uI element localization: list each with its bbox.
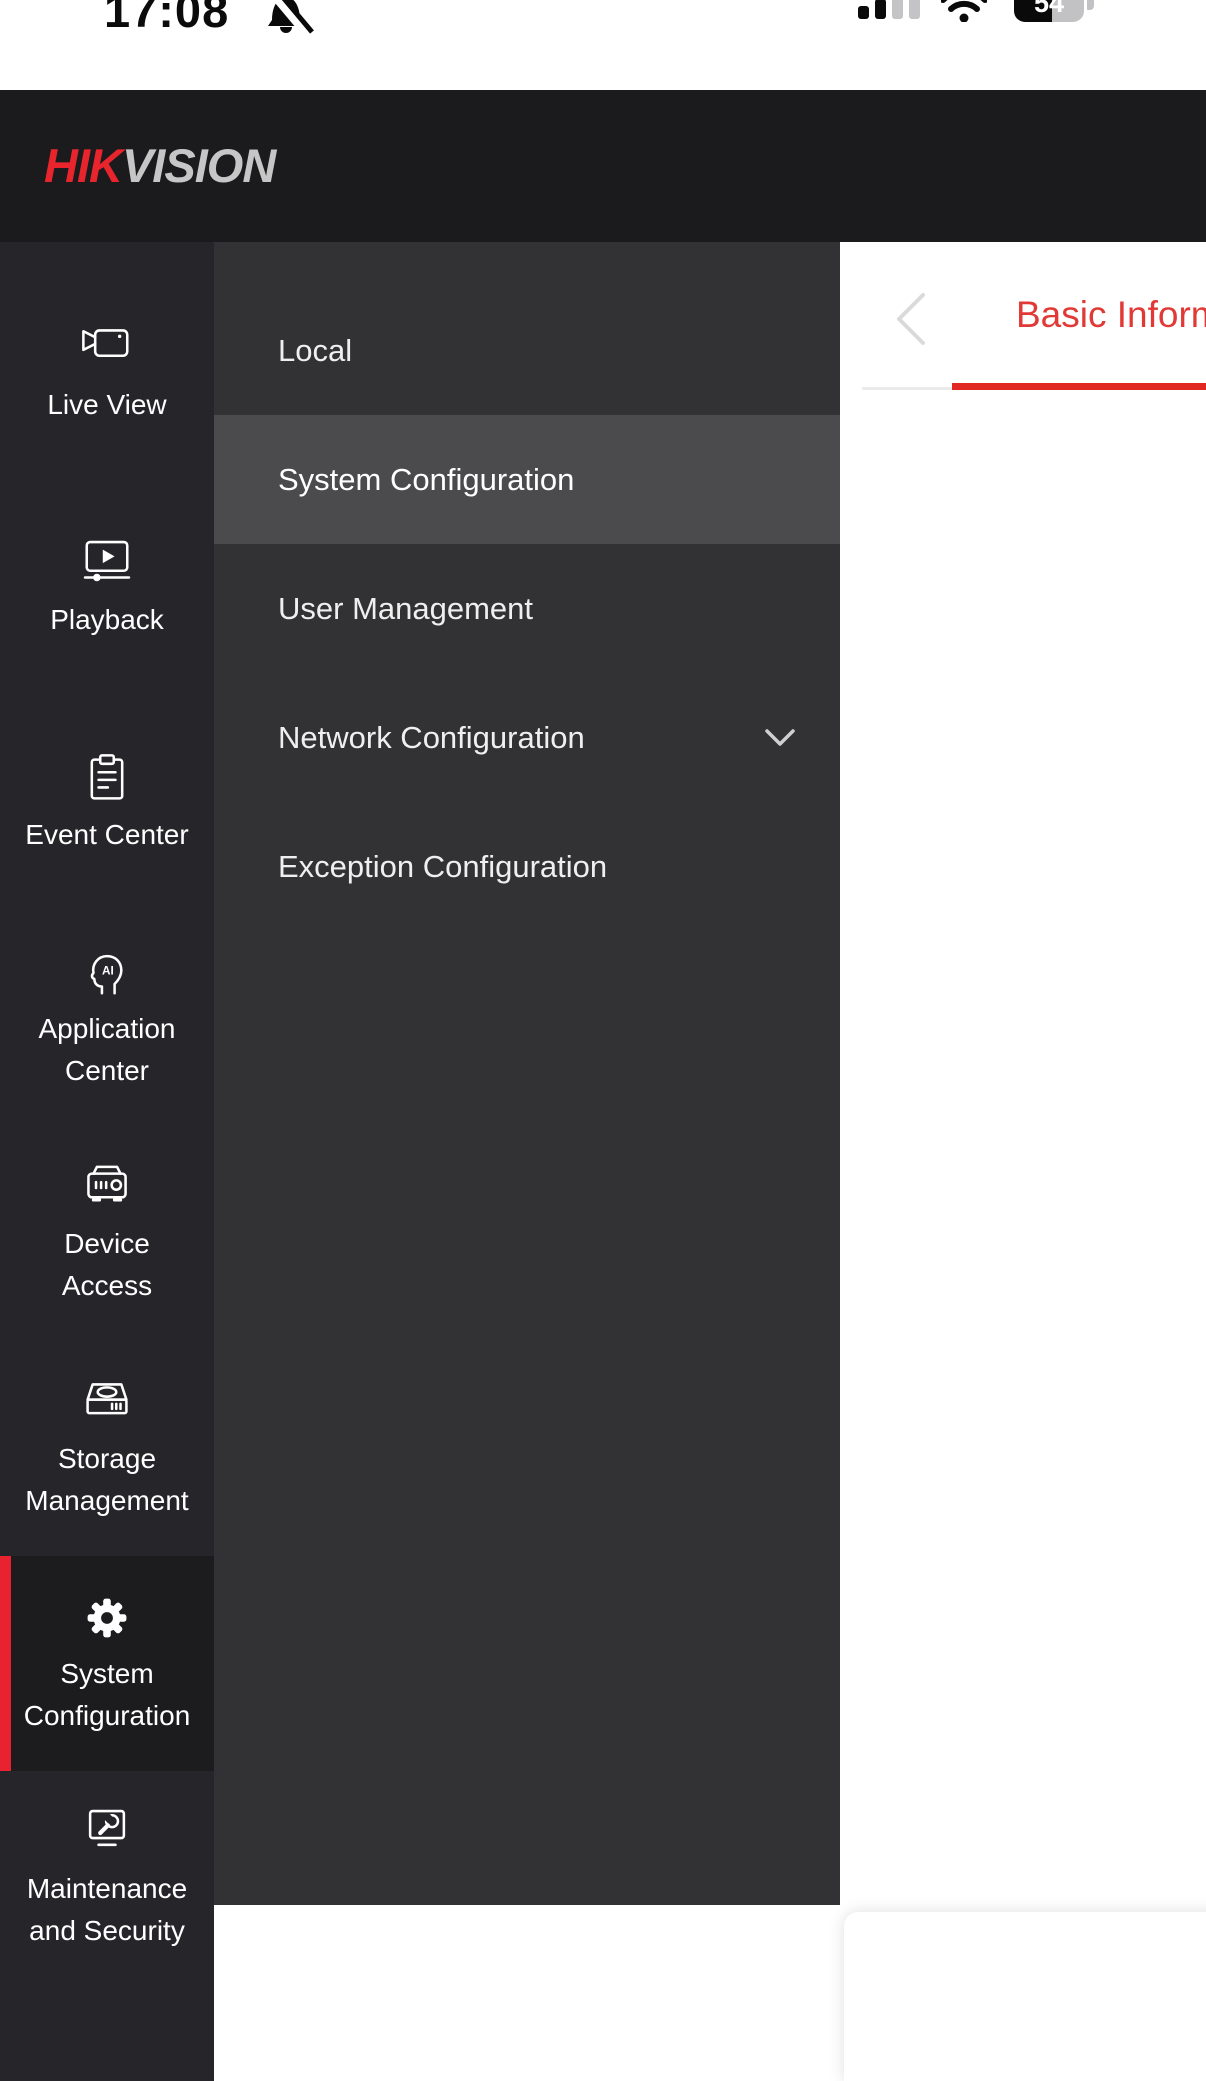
battery-icon: 54 bbox=[1014, 0, 1084, 22]
sidebar-item-label: Maintenance and Security bbox=[27, 1868, 187, 1952]
selected-indicator bbox=[0, 1556, 11, 1771]
chevron-left-icon[interactable] bbox=[893, 291, 927, 347]
gear-icon bbox=[80, 1591, 134, 1645]
video-camera-icon bbox=[80, 322, 134, 376]
monitor-wrench-icon bbox=[80, 1806, 134, 1860]
tab-basic-information[interactable]: Basic Information bbox=[1016, 294, 1206, 336]
submenu-item-network-configuration[interactable]: Network Configuration bbox=[214, 673, 840, 802]
submenu-item-system-configuration[interactable]: System Configuration bbox=[214, 415, 840, 544]
sidebar-item-label: Live View bbox=[47, 384, 166, 426]
battery-cap bbox=[1087, 0, 1094, 10]
sidebar-item-event-center[interactable]: Event Center bbox=[0, 696, 214, 911]
sidebar-item-device-access[interactable]: Device Access bbox=[0, 1126, 214, 1341]
sidebar-item-label: Device Access bbox=[62, 1223, 152, 1307]
content-card bbox=[844, 1912, 1206, 2081]
app-header: HIKVISION bbox=[0, 90, 1206, 242]
content-area: Basic Information bbox=[840, 242, 1206, 2081]
sidebar-item-label: Storage Management bbox=[25, 1438, 188, 1522]
tab-strip-track bbox=[862, 387, 952, 390]
bell-muted-icon bbox=[258, 0, 314, 38]
battery-percent: 54 bbox=[1034, 0, 1064, 19]
submenu-item-label: Exception Configuration bbox=[278, 849, 607, 885]
sidebar-item-application-center[interactable]: AI Application Center bbox=[0, 911, 214, 1126]
submenu-item-user-management[interactable]: User Management bbox=[214, 544, 840, 673]
submenu-item-label: System Configuration bbox=[278, 462, 574, 498]
submenu-item-exception-configuration[interactable]: Exception Configuration bbox=[214, 802, 840, 931]
sidebar-item-live-view[interactable]: Live View bbox=[0, 266, 214, 481]
submenu-item-local[interactable]: Local bbox=[214, 286, 840, 415]
chevron-down-icon bbox=[765, 729, 795, 747]
sidebar-item-label: Playback bbox=[50, 599, 164, 641]
hikvision-logo: HIKVISION bbox=[44, 138, 275, 193]
status-time: 17:08 bbox=[104, 0, 229, 38]
hard-drive-icon bbox=[80, 1376, 134, 1430]
sidebar-item-system-configuration[interactable]: System Configuration bbox=[0, 1556, 214, 1771]
submenu-item-label: User Management bbox=[278, 591, 533, 627]
logo-vision: VISION bbox=[122, 139, 275, 192]
sidebar-item-maintenance-and-security[interactable]: Maintenance and Security bbox=[0, 1771, 214, 1986]
sidebar-item-storage-management[interactable]: Storage Management bbox=[0, 1341, 214, 1556]
clipboard-icon bbox=[80, 752, 134, 806]
cellular-signal-icon bbox=[858, 0, 926, 19]
submenu-item-label: Network Configuration bbox=[278, 720, 585, 756]
device-box-icon bbox=[80, 1161, 134, 1215]
ai-head-icon: AI bbox=[80, 946, 134, 1000]
wifi-icon bbox=[941, 0, 987, 22]
active-tab-indicator bbox=[952, 383, 1206, 390]
submenu-item-label: Local bbox=[278, 333, 352, 369]
sidebar-item-playback[interactable]: Playback bbox=[0, 481, 214, 696]
status-bar: 17:08 54 bbox=[0, 0, 1206, 90]
sidebar-item-label: Application Center bbox=[39, 1008, 176, 1092]
sidebar-item-label: Event Center bbox=[25, 814, 188, 856]
logo-hik: HIK bbox=[44, 139, 122, 192]
main-sidebar: Live View Playback Event Center bbox=[0, 242, 214, 2081]
playback-monitor-icon bbox=[80, 537, 134, 591]
sidebar-item-label: System Configuration bbox=[24, 1653, 191, 1737]
svg-text:AI: AI bbox=[102, 963, 114, 977]
submenu-panel: Local System Configuration User Manageme… bbox=[214, 242, 840, 1905]
